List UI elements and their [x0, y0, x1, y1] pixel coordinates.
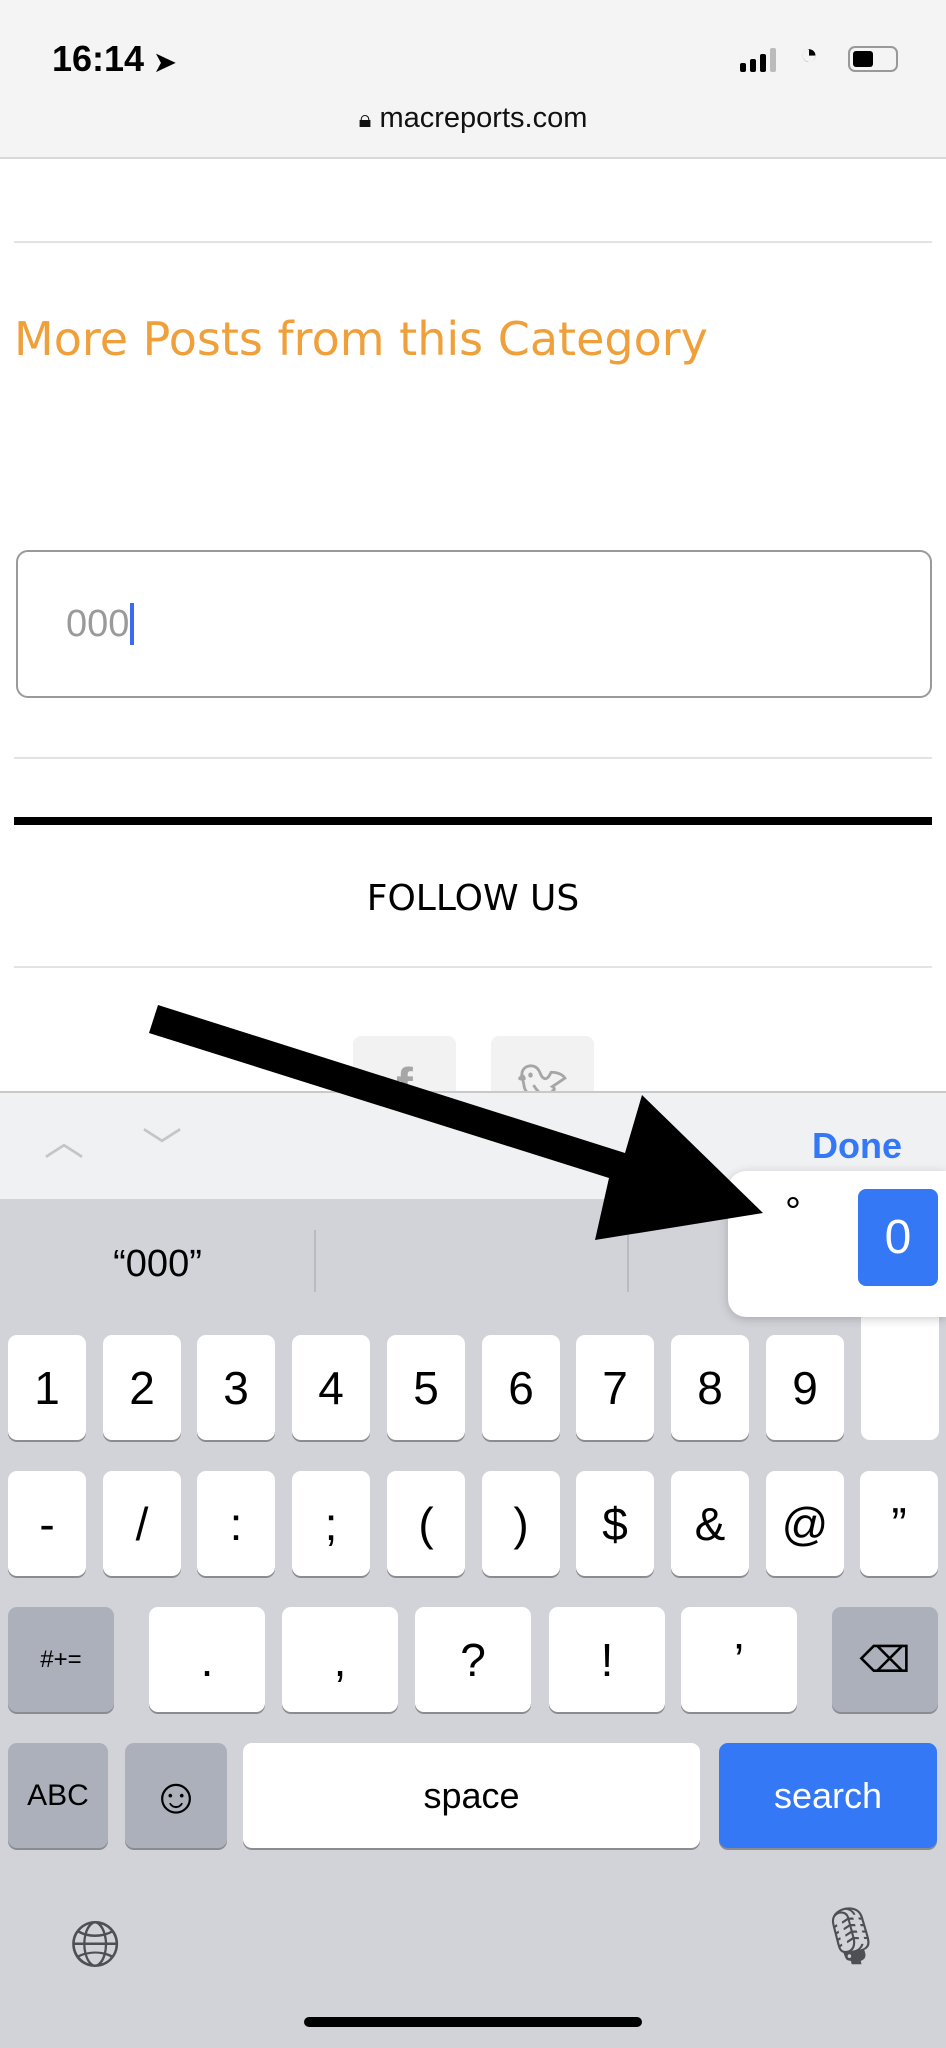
annotation-arrow — [149, 1005, 763, 1240]
arrow-shape — [149, 1005, 763, 1240]
